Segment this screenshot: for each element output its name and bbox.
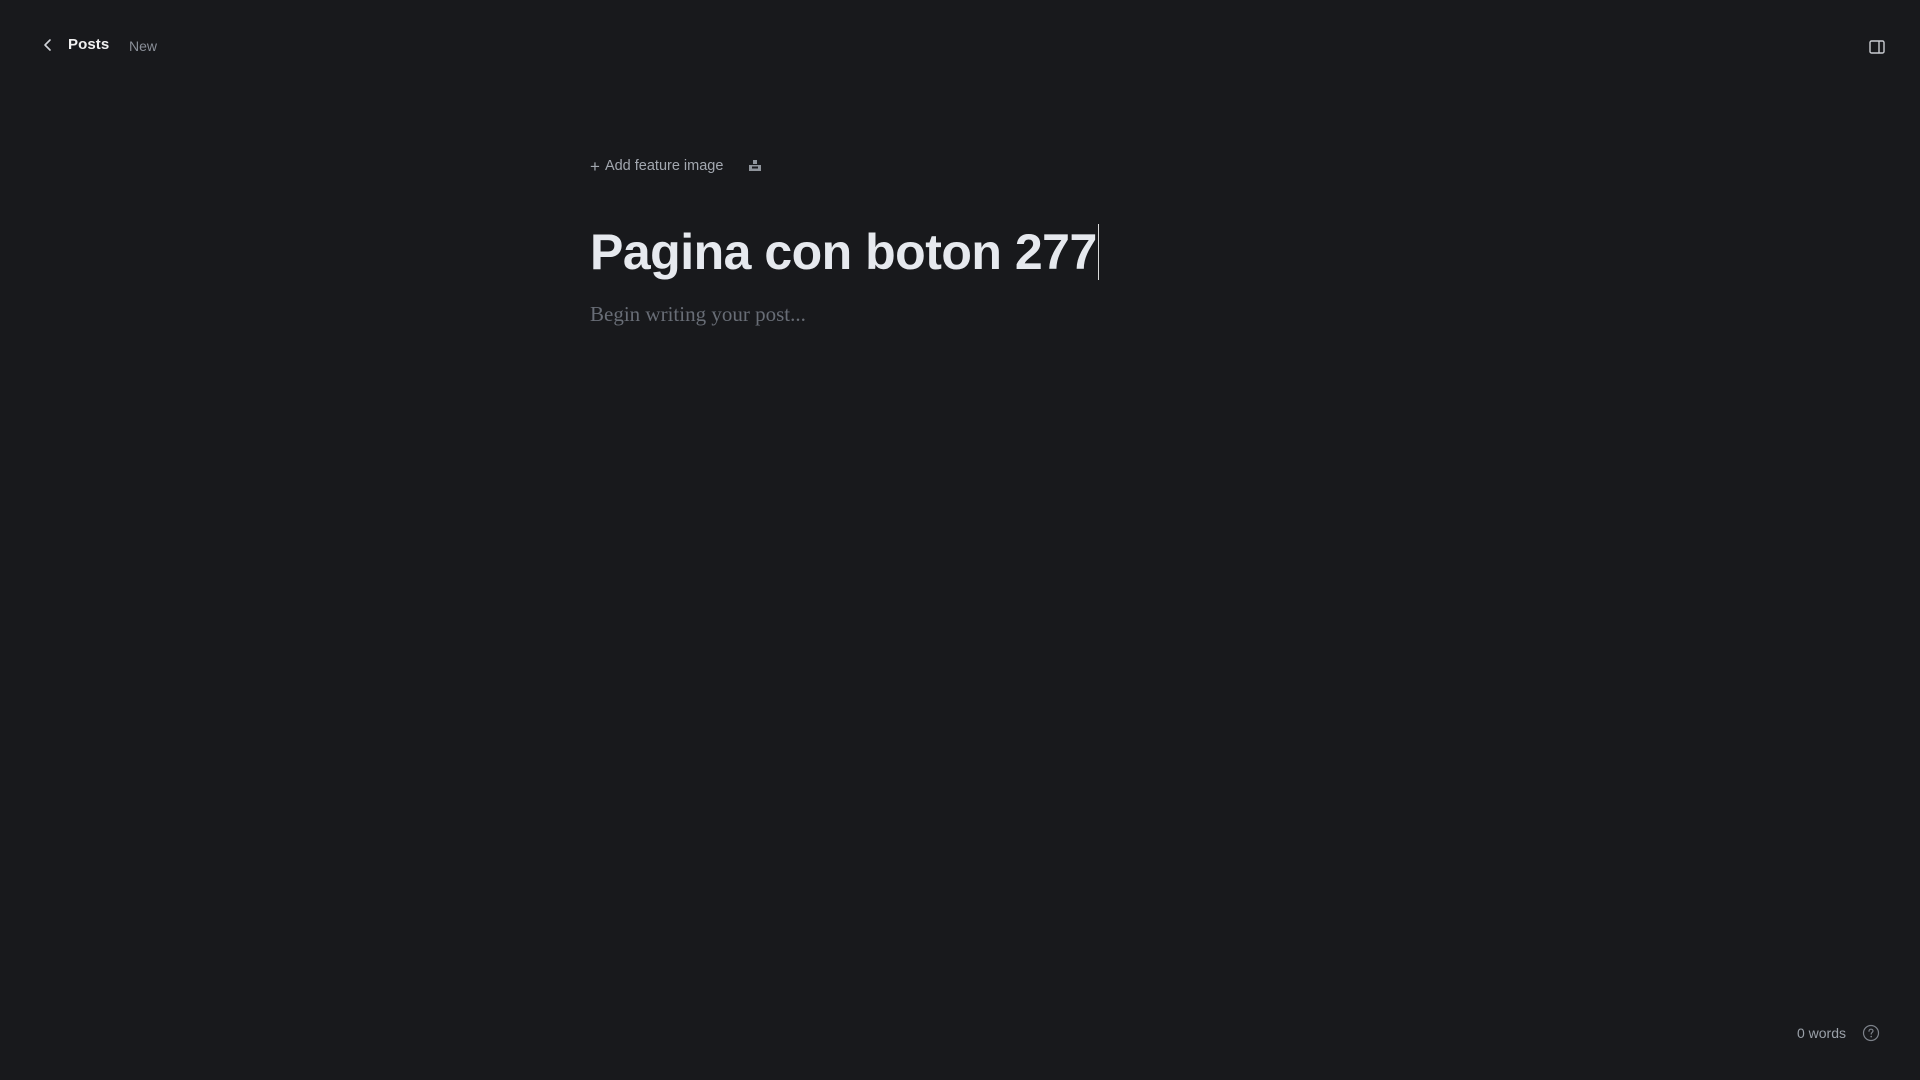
sidebar-toggle-icon [1869, 40, 1885, 54]
post-title-text: Pagina con boton 277 [590, 224, 1097, 280]
post-body-editor[interactable]: Begin writing your post... [590, 302, 1330, 327]
post-status-label: New [129, 38, 158, 54]
text-caret [1097, 224, 1100, 280]
add-feature-image-button[interactable]: + Add feature image [590, 158, 723, 175]
chevron-left-icon [40, 37, 56, 53]
snippet-icon[interactable] [747, 158, 763, 174]
back-to-posts-link[interactable]: Posts [40, 36, 109, 53]
feature-image-row: + Add feature image [590, 150, 1330, 182]
help-icon[interactable] [1862, 1024, 1880, 1042]
post-title-input[interactable]: Pagina con boton 277 [590, 222, 1100, 282]
post-editor: + Add feature image Pagina con boton 277… [590, 150, 1330, 327]
settings-panel-toggle-button[interactable] [1868, 38, 1886, 56]
breadcrumb-posts: Posts [68, 36, 110, 53]
add-feature-image-label: Add feature image [604, 158, 724, 174]
word-count: 0 words [1796, 1025, 1846, 1041]
editor-footer: 0 words [1797, 1024, 1880, 1042]
plus-icon: + [590, 156, 600, 176]
editor-header: Posts New [0, 0, 1920, 94]
